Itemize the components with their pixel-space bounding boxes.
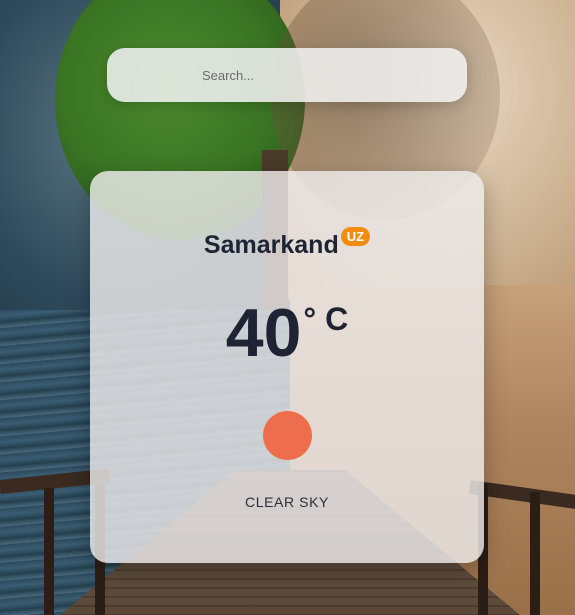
background-post	[44, 488, 54, 615]
background-post	[530, 492, 540, 615]
temperature-unit: ° C	[303, 301, 349, 337]
search-input[interactable]	[107, 48, 467, 102]
temperature-value: 40	[225, 295, 302, 371]
search-bar	[107, 48, 467, 102]
sun-icon	[263, 411, 312, 460]
city-name: Samarkand	[203, 231, 339, 259]
temperature-row: 40° C	[90, 297, 484, 369]
weather-condition: CLEAR SKY	[245, 494, 329, 510]
weather-app: SamarkandUZ 40° C CLEAR SKY	[0, 0, 575, 615]
country-badge: UZ	[340, 227, 371, 246]
location-row: Samarkand UZ	[90, 227, 484, 260]
weather-card: Samarkand UZ 40° C CLEAR SKY	[90, 171, 484, 563]
